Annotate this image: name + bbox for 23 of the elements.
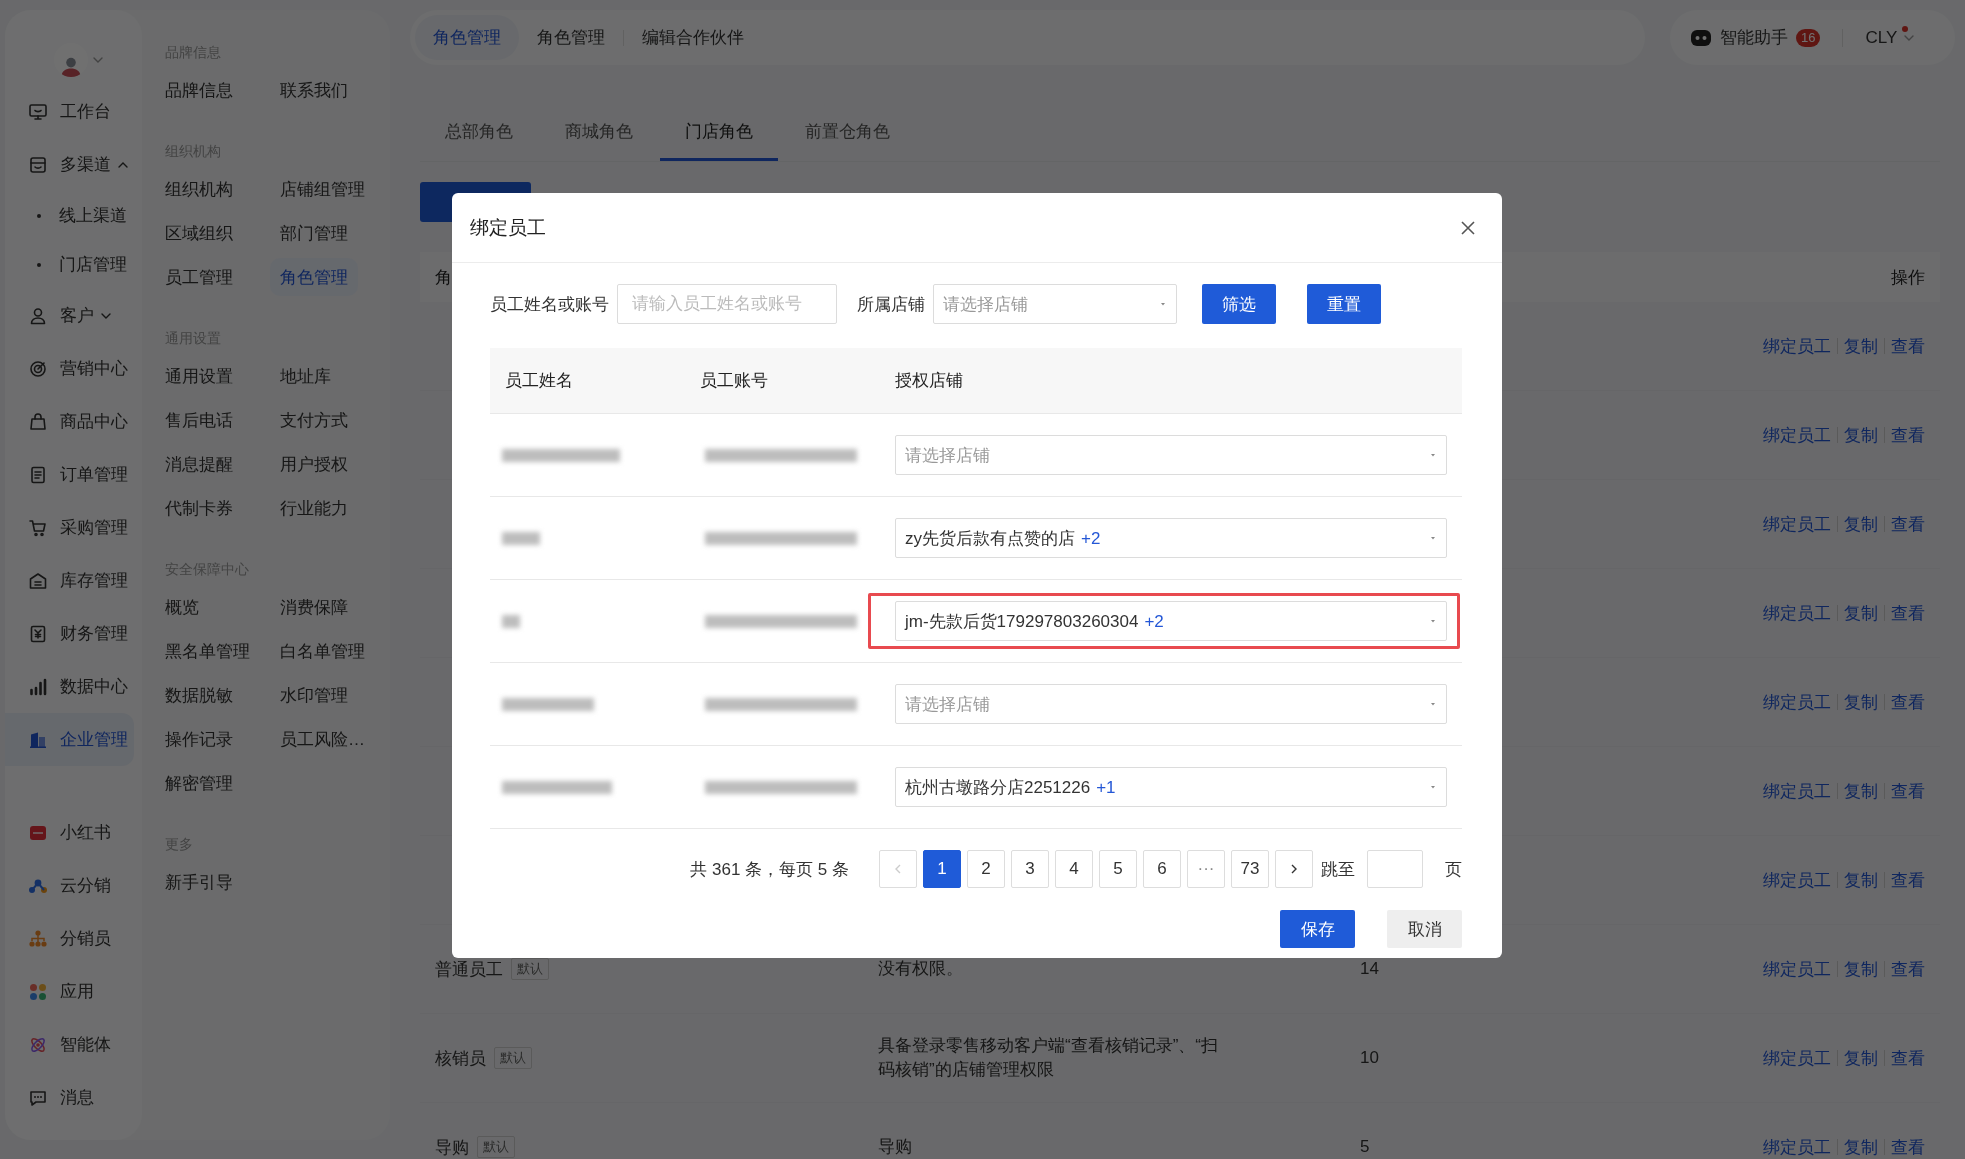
role-description: 导购 [878, 1136, 913, 1158]
column-header: 角 [435, 266, 452, 289]
role-name: 普通员工 [435, 958, 503, 981]
default-tag: 默认 [477, 1136, 515, 1158]
role-name: 核销员 [435, 1047, 486, 1070]
page-unit: 页 [1445, 858, 1462, 881]
member-count: 5 [1360, 1137, 1370, 1156]
jump-label: 跳至 [1321, 858, 1355, 881]
column-header: 操作 [1891, 266, 1925, 289]
member-count: 14 [1360, 959, 1379, 978]
role-description: 具备登录零售移动客户端“查看核销记录”、“扫码核销”的店铺管理权限 [878, 1035, 1218, 1081]
column-header: 授权店铺 [894, 370, 964, 392]
column-header: 员工账号 [699, 370, 769, 392]
pagination-summary: 共 361 条，每页 5 条 [690, 858, 849, 881]
dialog-title: 绑定员工 [470, 215, 546, 240]
role-description: 没有权限。 [878, 958, 964, 980]
role-name: 导购 [435, 1136, 469, 1159]
column-header: 员工姓名 [504, 370, 574, 392]
default-tag: 默认 [494, 1047, 532, 1069]
count-badge: 16 [1796, 28, 1821, 47]
member-count: 10 [1360, 1048, 1379, 1067]
field-label: 员工姓名或账号 [490, 293, 609, 316]
field-label: 所属店铺 [857, 293, 925, 316]
